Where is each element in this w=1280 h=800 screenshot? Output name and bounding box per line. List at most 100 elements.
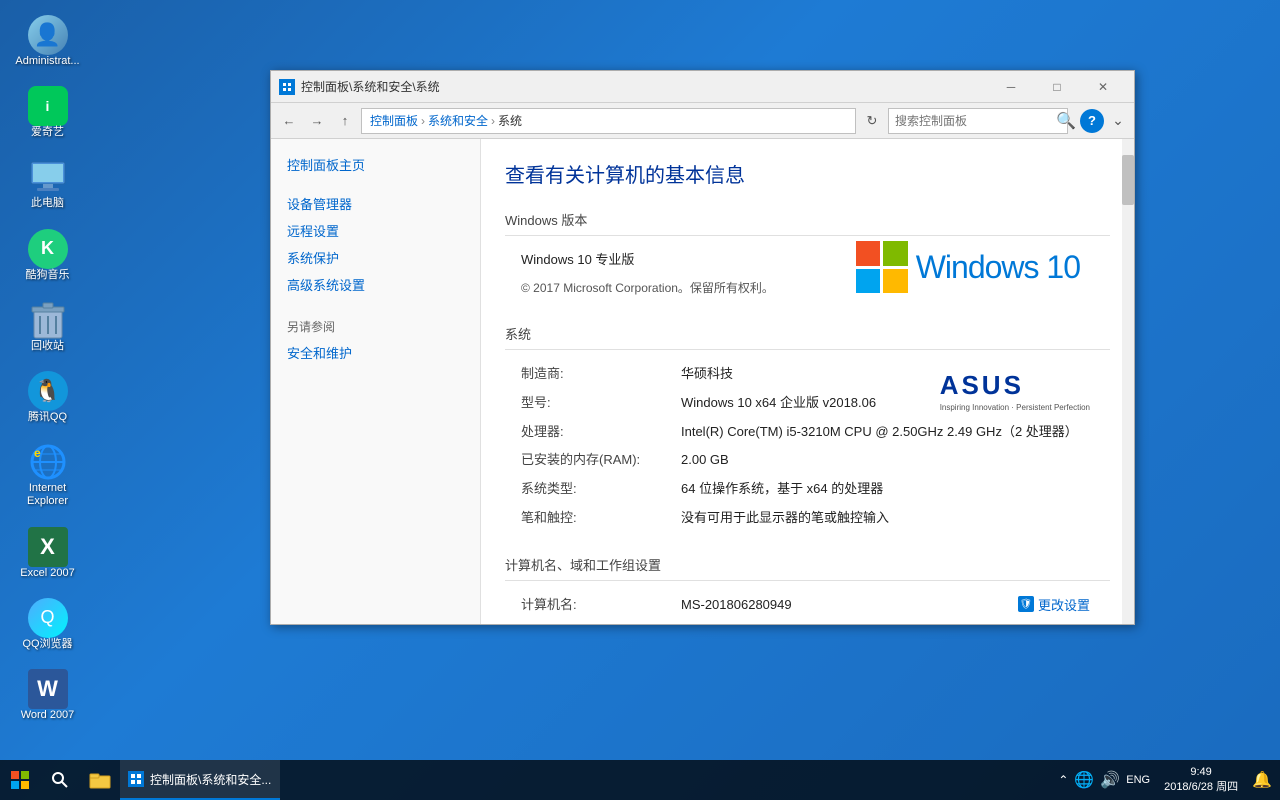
administrator-icon: 👤	[28, 15, 68, 55]
taskbar-fileexplorer-button[interactable]	[80, 760, 120, 800]
change-settings-area[interactable]: 🛡 更改设置	[1018, 595, 1090, 614]
windows-edition-value: Windows 10 专业版	[521, 250, 634, 271]
forward-button[interactable]: →	[305, 109, 329, 133]
processor-value: Intel(R) Core(TM) i5-3210M CPU @ 2.50GHz…	[681, 422, 1094, 443]
qqbrowser-label: QQ浏览器	[22, 638, 72, 651]
also-section-title: 另请参阅	[271, 314, 480, 339]
qq-label: 腾讯QQ	[28, 411, 67, 424]
nav-remote[interactable]: 远程设置	[271, 217, 480, 244]
logo-cell-2	[21, 771, 29, 779]
windows-logo-grid	[856, 241, 908, 293]
change-settings-link[interactable]: 更改设置	[1038, 595, 1090, 614]
system-info-block: 制造商: 华硕科技 型号: Windows 10 x64 企业版 v2018.0…	[505, 360, 1110, 533]
taskbar-search-button[interactable]	[40, 760, 80, 800]
taskbar-arrow-icon[interactable]: ⌃	[1058, 773, 1068, 787]
ram-value: 2.00 GB	[681, 450, 1094, 471]
taskbar-app-label: 控制面板\系统和安全...	[150, 771, 271, 788]
desktop-icon-ie[interactable]: e Internet Explorer	[10, 437, 85, 513]
recyclebin-label: 回收站	[31, 340, 64, 353]
taskbar-clock[interactable]: 9:49 2018/6/28 周四	[1156, 765, 1246, 796]
search-button[interactable]: 🔍	[1056, 109, 1076, 133]
breadcrumb-arrow-1: ›	[421, 114, 425, 128]
language-indicator[interactable]: ENG	[1126, 774, 1150, 786]
breadcrumb-arrow-2: ›	[491, 114, 495, 128]
left-nav: 控制面板主页 设备管理器 远程设置 系统保护 高级系统设置 另请参阅 安全和维护	[271, 139, 481, 624]
svg-text:e: e	[34, 446, 41, 460]
desktop-icon-kugou[interactable]: K 酷狗音乐	[10, 224, 85, 287]
taskbar-right: ⌃ 🌐 🔊 ENG 9:49 2018/6/28 周四 🔔	[1058, 765, 1280, 796]
close-button[interactable]: ✕	[1080, 71, 1126, 103]
volume-icon[interactable]: 🔊	[1100, 770, 1120, 790]
start-button[interactable]	[0, 760, 40, 800]
search-input[interactable]	[889, 114, 1056, 128]
main-title: 查看有关计算机的基本信息	[505, 159, 1110, 188]
logo-cell-3	[11, 781, 19, 789]
desktop-icon-qqbrowser[interactable]: Q QQ浏览器	[10, 593, 85, 656]
desktop-icon-mycomputer[interactable]: 此电脑	[10, 152, 85, 215]
window-icon	[279, 79, 295, 95]
ram-row: 已安装的内存(RAM): 2.00 GB	[505, 446, 1110, 475]
back-button[interactable]: ←	[277, 109, 301, 133]
search-bar[interactable]: 🔍	[888, 108, 1068, 134]
titlebar-controls: ─ □ ✕	[988, 71, 1126, 103]
notification-button[interactable]: 🔔	[1252, 770, 1272, 790]
desktop-icon-iqiyi[interactable]: i 爱奇艺	[10, 81, 85, 144]
system-type-row: 系统类型: 64 位操作系统，基于 x64 的处理器	[505, 475, 1110, 504]
nav-advanced[interactable]: 高级系统设置	[271, 271, 480, 298]
desktop-icon-qq[interactable]: 🐧 腾讯QQ	[10, 366, 85, 429]
up-button[interactable]: ↑	[333, 109, 357, 133]
section-system: 系统	[505, 318, 1110, 350]
desktop-icon-word[interactable]: W Word 2007	[10, 664, 85, 727]
win-logo-green	[883, 241, 908, 266]
refresh-button[interactable]: ↻	[860, 109, 884, 133]
logo-cell-1	[11, 771, 19, 779]
control-panel-window: 控制面板\系统和安全\系统 ─ □ ✕ ← → ↑ 控制面板 › 系统和安全 ›…	[270, 70, 1135, 625]
word-label: Word 2007	[21, 709, 75, 722]
iqiyi-icon: i	[28, 86, 68, 126]
window-titlebar: 控制面板\系统和安全\系统 ─ □ ✕	[271, 71, 1134, 103]
system-type-label: 系统类型:	[521, 479, 681, 500]
minimize-button[interactable]: ─	[988, 71, 1034, 103]
administrator-label: Administrat...	[15, 55, 79, 68]
asus-tagline: Inspiring Innovation · Persistent Perfec…	[940, 403, 1090, 412]
shield-icon: 🛡	[1018, 596, 1034, 612]
desktop-icon-administrator[interactable]: 👤 Administrat...	[10, 10, 85, 73]
nav-device-manager[interactable]: 设备管理器	[271, 190, 480, 217]
clock-date: 2018/6/28 周四	[1164, 780, 1238, 795]
taskbar: 控制面板\系统和安全... ⌃ 🌐 🔊 ENG 9:49 2018/6/28 周…	[0, 760, 1280, 800]
scrollbar[interactable]	[1122, 139, 1134, 624]
breadcrumb-security[interactable]: 系统和安全	[428, 112, 488, 129]
nav-main-link[interactable]: 控制面板主页	[271, 151, 480, 178]
pen-row: 笔和触控: 没有可用于此显示器的笔或触控输入	[505, 504, 1110, 533]
taskbar-active-app[interactable]: 控制面板\系统和安全...	[120, 760, 280, 800]
computer-name-label: 计算机名:	[521, 595, 681, 616]
computer-fullname-row: 计算机全名: MS-201806280949	[505, 620, 1110, 624]
qqbrowser-icon: Q	[28, 598, 68, 638]
breadcrumb[interactable]: 控制面板 › 系统和安全 › 系统	[361, 108, 856, 134]
desktop-icon-recyclebin[interactable]: 回收站	[10, 295, 85, 358]
excel-icon: X	[28, 527, 68, 567]
windows-logo	[11, 771, 29, 789]
ie-label: Internet Explorer	[15, 482, 80, 508]
main-content: 查看有关计算机的基本信息 Windows 版本 Windows 10 专业版 ©…	[481, 139, 1134, 624]
network-icon[interactable]: 🌐	[1074, 770, 1094, 790]
also-section: 另请参阅 安全和维护	[271, 314, 480, 366]
section-windows-version: Windows 版本	[505, 204, 1110, 236]
word-icon: W	[28, 669, 68, 709]
win-logo-red	[856, 241, 881, 266]
window-content: 控制面板主页 设备管理器 远程设置 系统保护 高级系统设置 另请参阅 安全和维护…	[271, 139, 1134, 624]
maximize-button[interactable]: □	[1034, 71, 1080, 103]
pen-value: 没有可用于此显示器的笔或触控输入	[681, 508, 1094, 529]
ie-icon: e	[28, 442, 68, 482]
desktop-icon-excel[interactable]: X Excel 2007	[10, 522, 85, 585]
expand-button[interactable]: ⌄	[1108, 109, 1128, 133]
kugou-icon: K	[28, 229, 68, 269]
ram-label: 已安装的内存(RAM):	[521, 450, 681, 471]
nav-protection[interactable]: 系统保护	[271, 244, 480, 271]
breadcrumb-controlpanel[interactable]: 控制面板	[370, 112, 418, 129]
scrollbar-thumb[interactable]	[1122, 155, 1134, 205]
nav-security-maintenance[interactable]: 安全和维护	[271, 339, 480, 366]
computer-info-block: 计算机名: MS-201806280949 计算机全名: MS-20180628…	[505, 591, 1110, 624]
help-button[interactable]: ?	[1080, 109, 1104, 133]
breadcrumb-system: 系统	[498, 112, 522, 129]
